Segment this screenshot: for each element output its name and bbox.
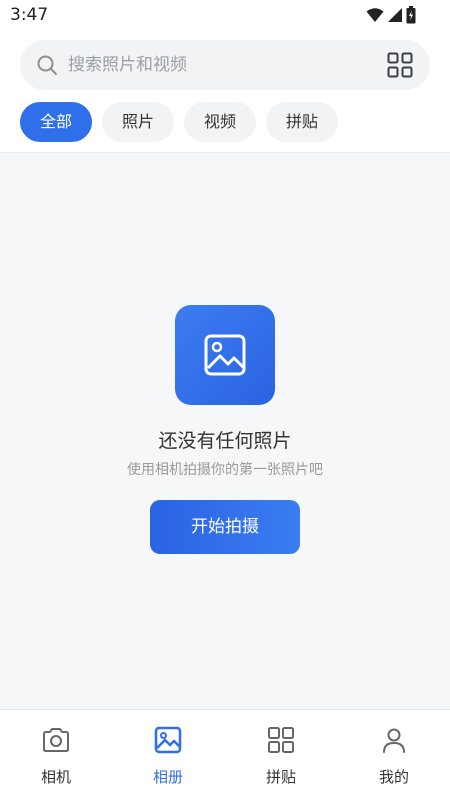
nav-label-album: 相册 <box>152 768 183 786</box>
nav-item-album[interactable]: 相册 <box>112 710 224 800</box>
filter-tabs: 全部 照片 视频 拼贴 <box>20 102 339 142</box>
signal-icon <box>388 8 402 22</box>
nav-label-collage: 拼贴 <box>265 768 296 786</box>
camera-icon <box>43 728 69 752</box>
tab-collage[interactable]: 拼贴 <box>266 102 339 142</box>
profile-icon <box>383 728 405 753</box>
nav-item-collage[interactable]: 拼贴 <box>225 710 337 800</box>
nav-label-profile: 我的 <box>378 768 409 786</box>
empty-state-subtitle: 使用相机拍摄你的第一张照片吧 <box>127 462 323 478</box>
status-bar: 3:47 <box>0 0 450 30</box>
tab-photos[interactable]: 照片 <box>102 102 175 142</box>
tab-all[interactable]: 全部 <box>20 102 93 142</box>
nav-item-camera[interactable]: 相机 <box>0 710 112 800</box>
album-icon <box>154 726 182 754</box>
battery-icon <box>406 6 416 24</box>
search-bar[interactable]: 搜索照片和视频 <box>20 40 430 90</box>
album-screen: 3:47 搜索照片和视频 全部 照片 视频 拼贴 还没有任何照片 使用相机拍摄你… <box>0 0 450 800</box>
collage-icon <box>268 727 294 753</box>
nav-item-profile[interactable]: 我的 <box>338 710 450 800</box>
search-input[interactable]: 搜索照片和视频 <box>68 54 187 76</box>
image-icon <box>204 334 246 376</box>
tab-videos[interactable]: 视频 <box>184 102 257 142</box>
status-icons <box>366 6 416 24</box>
header: 搜索照片和视频 全部 照片 视频 拼贴 <box>0 30 450 153</box>
bottom-nav: 相机 相册 拼贴 我的 <box>0 709 450 800</box>
start-shooting-button[interactable]: 开始拍摄 <box>150 500 300 554</box>
empty-state-title: 还没有任何照片 <box>158 430 292 452</box>
grid-icon[interactable] <box>387 52 413 78</box>
nav-label-camera: 相机 <box>40 768 71 786</box>
status-time: 3:47 <box>10 5 49 25</box>
wifi-icon <box>366 8 384 22</box>
search-icon <box>37 55 57 75</box>
empty-state-image-tile <box>175 305 275 405</box>
